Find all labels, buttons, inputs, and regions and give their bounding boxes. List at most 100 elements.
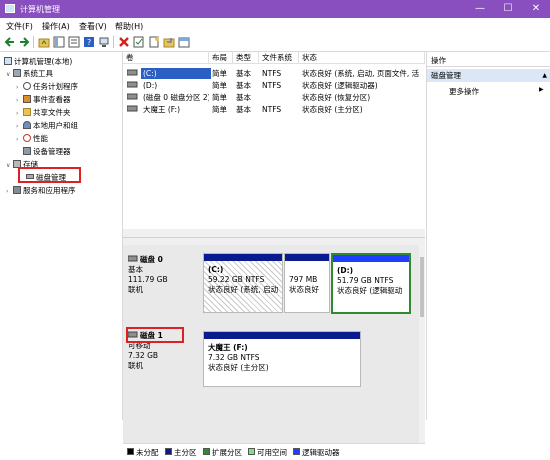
new-icon[interactable]	[148, 36, 160, 48]
partition-d[interactable]: (D:) 51.79 GB NTFS 状态良好 (逻辑驱动	[331, 253, 411, 314]
volume-status: 状态良好 (恢复分区)	[302, 93, 371, 102]
volume-layout: 简单	[212, 105, 227, 114]
column-header-filesystem[interactable]: 文件系统	[259, 52, 299, 64]
tree-item-shared-folders[interactable]: › 共享文件夹	[16, 107, 71, 118]
partition-recovery[interactable]: 797 MB 状态良好	[284, 253, 330, 313]
tree-item-event-viewer[interactable]: › 事件查看器	[16, 94, 71, 105]
help-icon[interactable]: ?	[83, 36, 95, 48]
collapse-arrow-icon[interactable]: ∨	[6, 162, 13, 169]
volume-type: 基本	[236, 69, 251, 78]
tree-item-system-tools[interactable]: ∨ 系统工具	[6, 68, 53, 79]
more-actions-link[interactable]: 更多操作 ▶	[449, 86, 544, 97]
partition-label: 大魔王 (F:)	[208, 343, 248, 352]
forward-arrow-icon[interactable]	[18, 36, 30, 48]
event-viewer-icon	[23, 95, 31, 103]
volume-name: (C:)	[141, 68, 211, 79]
table-row[interactable]: (D:) 简单 基本 NTFS 状态良好 (逻辑驱动器)	[123, 80, 419, 91]
volume-icon	[127, 80, 139, 92]
tree-item-label: 任务计划程序	[33, 82, 78, 91]
disk-0-info[interactable]: 磁盘 0 基本 111.79 GB 联机	[127, 255, 198, 295]
legend-label: 可用空间	[257, 448, 287, 457]
actions-section-disk-management[interactable]: 磁盘管理 ▲	[427, 69, 550, 82]
table-row[interactable]: (C:) 简单 基本 NTFS 状态良好 (系统, 启动, 页面文件, 活动	[123, 68, 419, 79]
delete-icon[interactable]	[118, 36, 130, 48]
volume-filesystem: NTFS	[262, 69, 282, 78]
menu-bar: 文件(F) 操作(A) 查看(V) 帮助(H)	[0, 18, 550, 33]
disk-size: 111.79 GB	[128, 275, 168, 284]
volume-type: 基本	[236, 105, 251, 114]
highlight-box	[18, 167, 81, 183]
legend-swatch-extended	[203, 448, 210, 455]
export-icon[interactable]	[178, 36, 190, 48]
actions-pane: 操作 磁盘管理 ▲ 更多操作 ▶	[426, 52, 550, 420]
volume-name: (D:)	[143, 81, 158, 90]
partition-c[interactable]: (C:) 59.22 GB NTFS 状态良好 (系统, 启动	[203, 253, 283, 313]
shared-folder-icon	[23, 108, 31, 116]
computer-icon	[4, 57, 12, 65]
legend-swatch-primary	[165, 448, 172, 455]
connect-icon[interactable]	[98, 36, 110, 48]
volume-status: 状态良好 (系统, 启动, 页面文件, 活动	[302, 69, 419, 78]
disk-management-pane: 卷 布局 类型 文件系统 状态 (C:) 简单 基本 NTFS 状态良好 (系统…	[123, 52, 425, 460]
svg-text:?: ?	[87, 38, 91, 47]
expand-arrow-icon[interactable]: ›	[16, 136, 23, 143]
volume-layout: 简单	[212, 81, 227, 90]
primary-partition-bar	[204, 254, 282, 261]
minimize-button[interactable]: —	[466, 0, 494, 18]
vertical-scrollbar[interactable]	[419, 245, 425, 443]
tree-item-performance[interactable]: › 性能	[16, 133, 48, 144]
partition-f[interactable]: 大魔王 (F:) 7.32 GB NTFS 状态良好 (主分区)	[203, 331, 361, 387]
column-header-layout[interactable]: 布局	[209, 52, 233, 64]
chevron-right-icon[interactable]: ▶	[539, 86, 544, 93]
menu-action[interactable]: 操作(A)	[42, 21, 70, 32]
refresh-icon[interactable]	[163, 36, 175, 48]
tree-item-device-manager[interactable]: 设备管理器	[23, 146, 71, 157]
show-tree-icon[interactable]	[53, 36, 65, 48]
column-header-status[interactable]: 状态	[299, 52, 425, 64]
close-button[interactable]: ✕	[522, 0, 550, 18]
volume-type: 基本	[236, 93, 251, 102]
menu-view[interactable]: 查看(V)	[79, 21, 107, 32]
properties-icon[interactable]	[68, 36, 80, 48]
partition-size: 51.79 GB NTFS	[337, 276, 394, 285]
table-row[interactable]: (磁盘 0 磁盘分区 2) 简单 基本 状态良好 (恢复分区)	[123, 92, 419, 103]
partition-label: (C:)	[208, 265, 224, 274]
expand-arrow-icon[interactable]: ›	[16, 123, 23, 130]
volume-layout: 简单	[212, 93, 227, 102]
collapse-arrow-icon[interactable]: ∨	[6, 71, 13, 78]
expand-arrow-icon[interactable]: ›	[16, 97, 23, 104]
up-folder-icon[interactable]	[38, 36, 50, 48]
scrollbar-thumb[interactable]	[420, 257, 424, 317]
expand-arrow-icon[interactable]: ›	[16, 110, 23, 117]
expand-arrow-icon[interactable]: ›	[16, 84, 23, 91]
menu-file[interactable]: 文件(F)	[6, 21, 33, 32]
volume-name: (磁盘 0 磁盘分区 2)	[143, 93, 209, 102]
primary-partition-bar	[204, 332, 360, 339]
back-arrow-icon[interactable]	[4, 36, 16, 48]
menu-help[interactable]: 帮助(H)	[115, 21, 143, 32]
tree-item-label: 服务和应用程序	[23, 186, 76, 195]
column-header-volume[interactable]: 卷	[123, 52, 209, 64]
tree-item-task-scheduler[interactable]: › 任务计划程序	[16, 81, 78, 92]
maximize-button[interactable]: ☐	[494, 0, 522, 18]
legend-swatch-free	[248, 448, 255, 455]
expand-arrow-icon[interactable]: ›	[6, 188, 13, 195]
collapse-arrow-icon[interactable]: ▲	[542, 69, 547, 82]
disk-name-text: 磁盘 0	[140, 255, 163, 264]
volume-icon	[127, 92, 139, 104]
partition-status: 状态良好	[289, 285, 319, 294]
tree-item-root[interactable]: 计算机管理(本地)	[4, 56, 72, 67]
volume-icon	[127, 104, 139, 116]
column-header-type[interactable]: 类型	[233, 52, 259, 64]
tools-icon	[13, 69, 21, 77]
computer-management-icon	[5, 4, 15, 13]
disk-state: 联机	[128, 285, 143, 294]
partition-status: 状态良好 (主分区)	[208, 363, 269, 372]
table-row[interactable]: 大魔王 (F:) 简单 基本 NTFS 状态良好 (主分区)	[123, 104, 419, 115]
horizontal-scrollbar[interactable]	[123, 229, 425, 237]
toolbar-separator	[33, 36, 34, 48]
tree-item-local-users[interactable]: › 本地用户和组	[16, 120, 78, 131]
tree-item-services[interactable]: › 服务和应用程序	[6, 185, 76, 196]
more-actions-label: 更多操作	[449, 87, 479, 96]
check-icon[interactable]	[133, 36, 145, 48]
